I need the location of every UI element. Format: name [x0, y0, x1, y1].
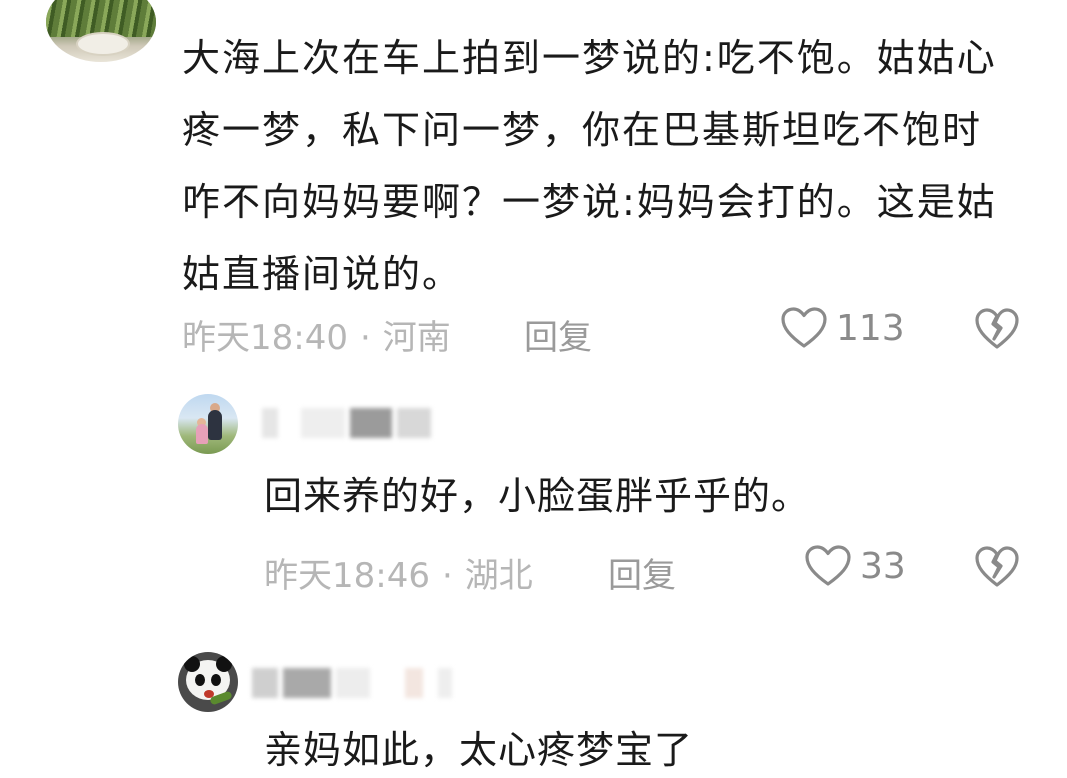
reply-time: 昨天18:46	[264, 556, 430, 596]
reply-avatar[interactable]	[178, 652, 238, 712]
like-button[interactable]: 113	[780, 306, 905, 350]
like-count: 33	[860, 545, 906, 587]
comment-meta: 昨天18:40 · 河南	[182, 310, 451, 359]
avatar-pot-decor	[76, 32, 130, 56]
reply-meta: 昨天18:46 · 湖北	[264, 548, 533, 597]
broken-heart-icon[interactable]	[974, 307, 1020, 351]
reply-text: 亲妈如此，太心疼梦宝了	[264, 728, 694, 772]
avatar-child-body	[196, 424, 208, 444]
panda-ear	[184, 656, 200, 672]
reply-text: 回来养的好，小脸蛋胖乎乎的。	[264, 474, 811, 518]
panda-eye	[195, 674, 205, 686]
like-button[interactable]: 33	[804, 544, 906, 588]
heart-outline-icon	[781, 307, 827, 348]
reply-button[interactable]: 回复	[524, 310, 592, 359]
reply-button[interactable]: 回复	[608, 548, 676, 597]
avatar[interactable]	[46, 0, 156, 62]
comment-time: 昨天18:40	[182, 318, 348, 358]
comment-text: 大海上次在车上拍到一梦说的:吃不饱。姑姑心疼一梦，私下问一梦，你在巴基斯坦吃不饱…	[182, 36, 997, 296]
panda-ear	[216, 656, 232, 672]
meta-separator: ·	[359, 318, 371, 358]
broken-heart-icon[interactable]	[974, 545, 1020, 589]
panda-eye	[211, 674, 221, 686]
avatar-person-body	[208, 410, 222, 440]
reply-location: 湖北	[464, 556, 533, 596]
reply-username-redacted[interactable]	[252, 668, 453, 704]
comment-location: 河南	[382, 318, 451, 358]
meta-separator: ·	[441, 556, 453, 596]
reply-avatar[interactable]	[178, 394, 238, 454]
like-count: 113	[836, 307, 905, 349]
heart-outline-icon	[805, 545, 851, 586]
reply-username-redacted[interactable]	[262, 408, 432, 444]
